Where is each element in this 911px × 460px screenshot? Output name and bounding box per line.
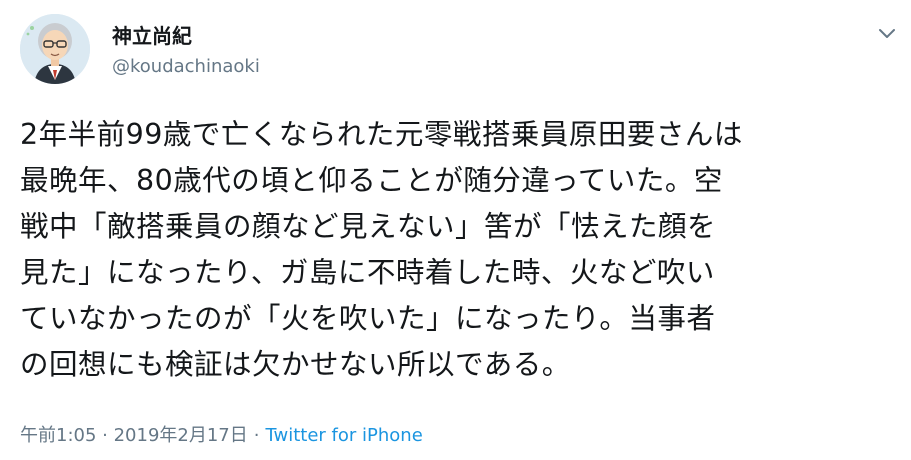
author-handle[interactable]: @koudachinaoki — [112, 55, 260, 79]
meta-separator: · — [253, 425, 260, 446]
tweet-text-line: 最晩年、80歳代の頃と仰ることが随分違っていた。空 — [20, 164, 723, 197]
chevron-down-icon[interactable] — [876, 24, 898, 42]
user-avatar-illustration — [20, 14, 90, 84]
avatar[interactable] — [20, 14, 90, 84]
tweet-text-line: の回想にも検証は欠かせない所以である。 — [20, 348, 571, 381]
tweet-text-line: 戦中「敵搭乗員の顔など見えない」筈が「怯えた顔を — [20, 210, 717, 243]
tweet-text-line: ていなかったのが「火を吹いた」になったり。当事者 — [20, 302, 716, 335]
author-display-name[interactable]: 神立尚紀 — [112, 23, 192, 49]
tweet-source-link[interactable]: Twitter for iPhone — [266, 425, 423, 446]
tweet-meta: 午前1:05 · 2019年2月17日 · Twitter for iPhone — [20, 424, 423, 448]
tweet-text-line: 見た」になったり、ガ島に不時着した時、火など吹い — [20, 256, 715, 289]
tweet-text: 2年半前99歳で亡くなられた元零戦搭乗員原田要さんは 最晩年、80歳代の頃と仰る… — [20, 112, 900, 388]
tweet-text-line: 2年半前99歳で亡くなられた元零戦搭乗員原田要さんは — [20, 118, 743, 151]
tweet-timestamp[interactable]: 午前1:05 · 2019年2月17日 — [20, 425, 248, 446]
